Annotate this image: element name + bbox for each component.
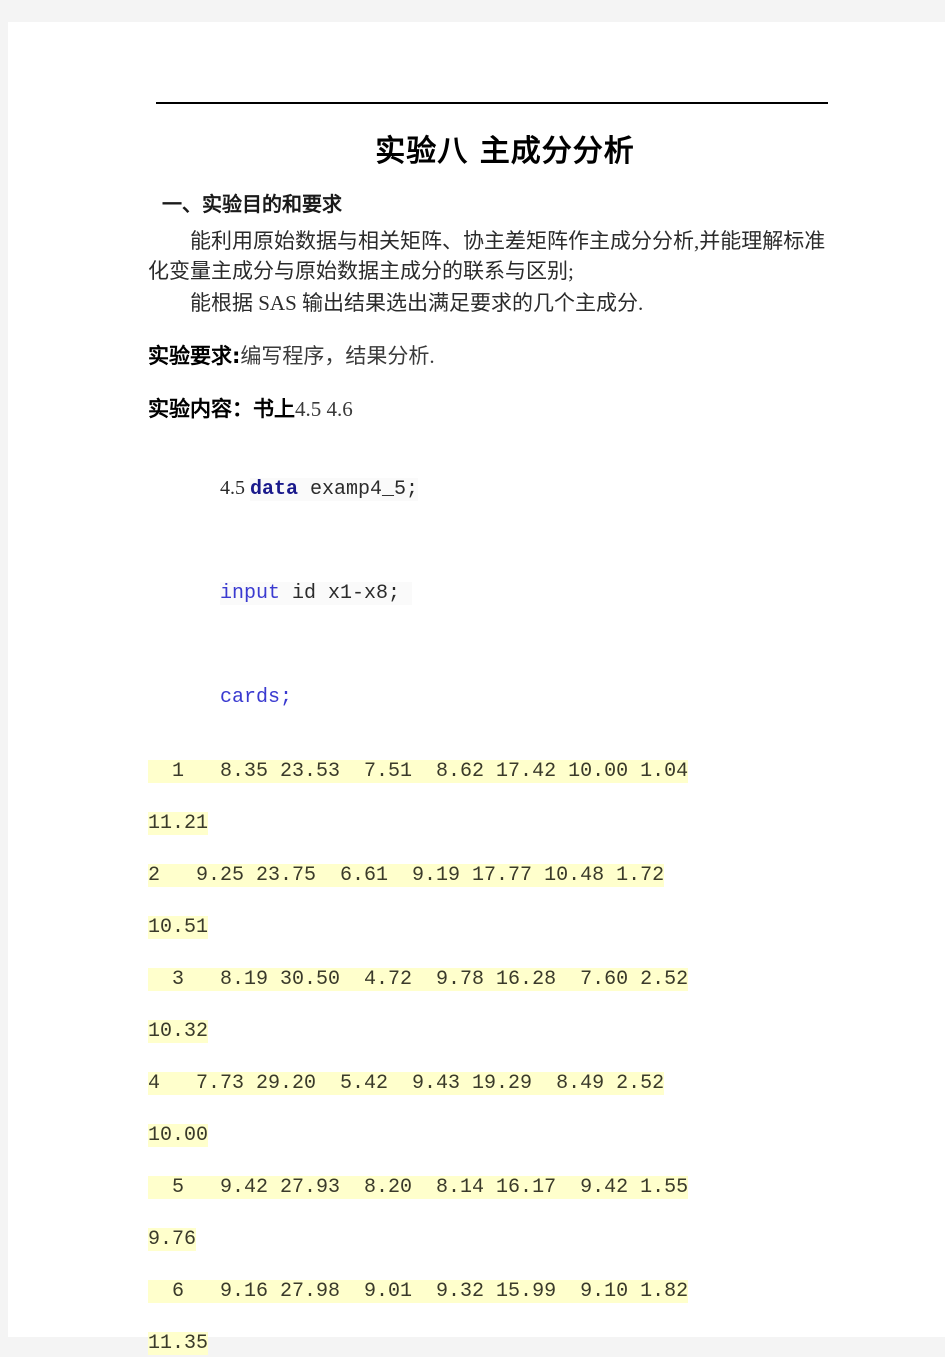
code-input-variables: id x1-x8;	[280, 582, 413, 606]
data-record: 5 9.42 27.93 8.20 8.14 16.17 9.42 1.55 9…	[148, 1175, 838, 1253]
data-row-values: 2 9.25 23.75 6.61 9.19 17.77 10.48 1.72	[148, 864, 665, 888]
data-record: 4 7.73 29.20 5.42 9.43 19.29 8.49 2.52 1…	[148, 1071, 838, 1149]
data-row-wrap: 10.00	[148, 1123, 838, 1149]
data-record: 2 9.25 23.75 6.61 9.19 17.77 10.48 1.72 …	[148, 863, 838, 941]
code-line-input-statement: input id x1-x8;	[148, 555, 838, 633]
data-row: 2 9.25 23.75 6.61 9.19 17.77 10.48 1.72	[148, 863, 838, 889]
data-record: 1 8.35 23.53 7.51 8.62 17.42 10.00 1.04 …	[148, 759, 838, 837]
document-page: 实验八 主成分分析 一、实验目的和要求 能利用原始数据与相关矩阵、协主差矩阵作主…	[8, 22, 945, 1356]
data-row-wrap: 9.76	[148, 1227, 838, 1253]
requirement-line: 实验要求:编写程序，结果分析.	[148, 342, 838, 370]
data-row-wrap: 10.51	[148, 915, 838, 941]
data-record: 3 8.19 30.50 4.72 9.78 16.28 7.60 2.52 1…	[148, 967, 838, 1045]
sas-keyword-data: data	[250, 478, 299, 502]
data-row-wrap: 10.32	[148, 1019, 838, 1045]
data-row-values: 5 9.42 27.93 8.20 8.14 16.17 9.42 1.55	[148, 1176, 689, 1200]
data-row-wrap: 11.35	[148, 1331, 838, 1357]
data-row-values-cont: 10.00	[148, 1124, 209, 1148]
data-row-values: 4 7.73 29.20 5.42 9.43 19.29 8.49 2.52	[148, 1072, 665, 1096]
data-row-values-cont: 9.76	[148, 1228, 197, 1252]
code-line-cards-statement: cards;	[148, 659, 838, 737]
code-line-data-statement: 4.5 data examp4_5;	[148, 449, 838, 529]
sas-keyword-cards: cards;	[220, 686, 293, 710]
paragraph-objective-2: 能根据 SAS 输出结果选出满足要求的几个主成分.	[190, 290, 644, 315]
paragraph-objective-1: 能利用原始数据与相关矩阵、协主差矩阵作主成分分析,并能理解标准化变量主成分与原始…	[148, 229, 826, 283]
requirement-label: 实验要求:	[148, 344, 241, 369]
data-row: 3 8.19 30.50 4.72 9.78 16.28 7.60 2.52	[148, 967, 838, 993]
requirement-value: 编写程序，结果分析.	[240, 344, 435, 369]
sas-keyword-input: input	[220, 582, 281, 606]
data-lines-block: 1 8.35 23.53 7.51 8.62 17.42 10.00 1.04 …	[148, 759, 838, 1357]
content-label: 实验内容：书上	[148, 396, 295, 421]
data-row-values: 6 9.16 27.98 9.01 9.32 15.99 9.10 1.82	[148, 1280, 689, 1304]
content-value: 4.5 4.6	[295, 396, 353, 421]
document-content: 实验八 主成分分析 一、实验目的和要求 能利用原始数据与相关矩阵、协主差矩阵作主…	[148, 102, 838, 1357]
code-exercise-number: 4.5	[220, 477, 251, 500]
data-row-values-cont: 10.32	[148, 1020, 209, 1044]
data-row-values-cont: 10.51	[148, 916, 209, 940]
data-row-values: 1 8.35 23.53 7.51 8.62 17.42 10.00 1.04	[148, 760, 689, 784]
content-line: 实验内容：书上4.5 4.6	[148, 395, 838, 423]
section-heading-objectives: 一、实验目的和要求	[162, 194, 342, 216]
data-row: 5 9.42 27.93 8.20 8.14 16.17 9.42 1.55	[148, 1175, 838, 1201]
data-record: 6 9.16 27.98 9.01 9.32 15.99 9.10 1.82 1…	[148, 1279, 838, 1357]
code-dataset-name: examp4_5;	[298, 478, 419, 502]
data-row-values: 3 8.19 30.50 4.72 9.78 16.28 7.60 2.52	[148, 968, 689, 992]
data-row: 6 9.16 27.98 9.01 9.32 15.99 9.10 1.82	[148, 1279, 838, 1305]
data-row-values-cont: 11.21	[148, 812, 209, 836]
data-row-wrap: 11.21	[148, 811, 838, 837]
page-title: 实验八 主成分分析	[375, 134, 635, 169]
data-row-values-cont: 11.35	[148, 1332, 209, 1356]
header-rule	[156, 102, 828, 104]
data-row: 1 8.35 23.53 7.51 8.62 17.42 10.00 1.04	[148, 759, 838, 785]
data-row: 4 7.73 29.20 5.42 9.43 19.29 8.49 2.52	[148, 1071, 838, 1097]
